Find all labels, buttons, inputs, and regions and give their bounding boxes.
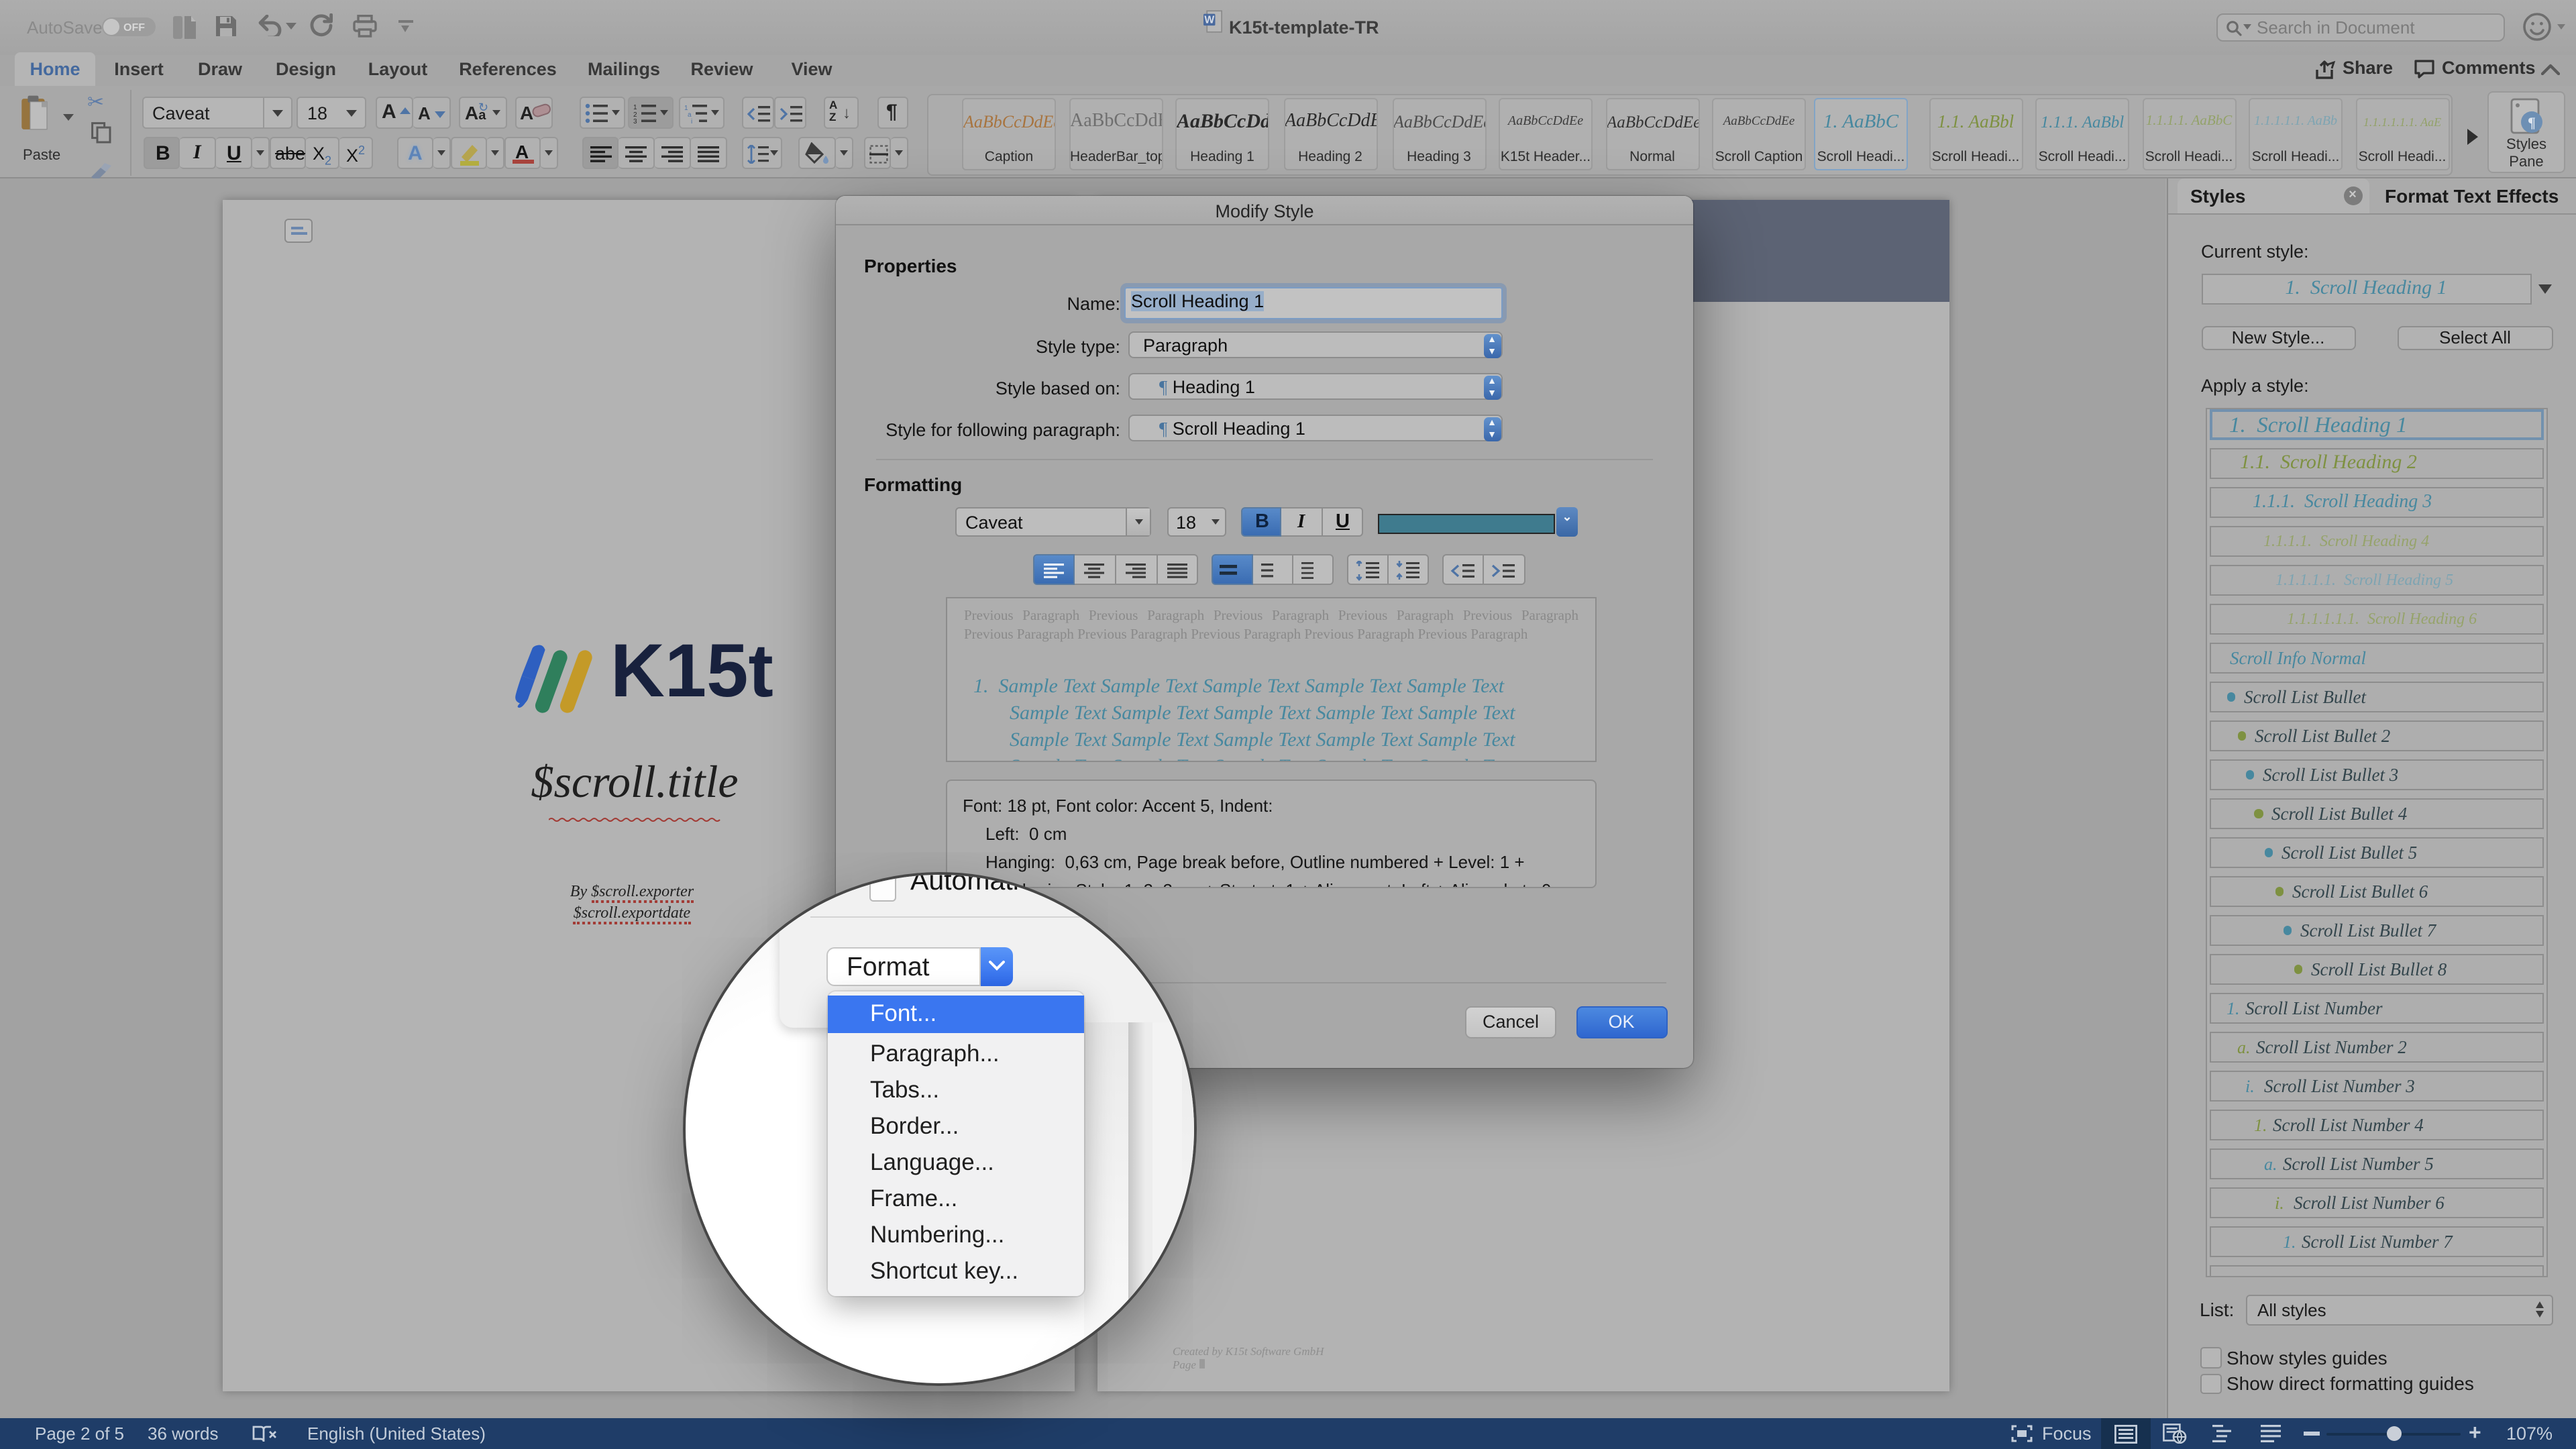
svg-text:W: W	[1204, 15, 1214, 26]
svg-text:1: 1	[633, 103, 637, 111]
svg-text:¶: ¶	[2528, 114, 2536, 131]
svg-text:3: 3	[633, 117, 637, 123]
svg-text:i: i	[691, 117, 692, 123]
